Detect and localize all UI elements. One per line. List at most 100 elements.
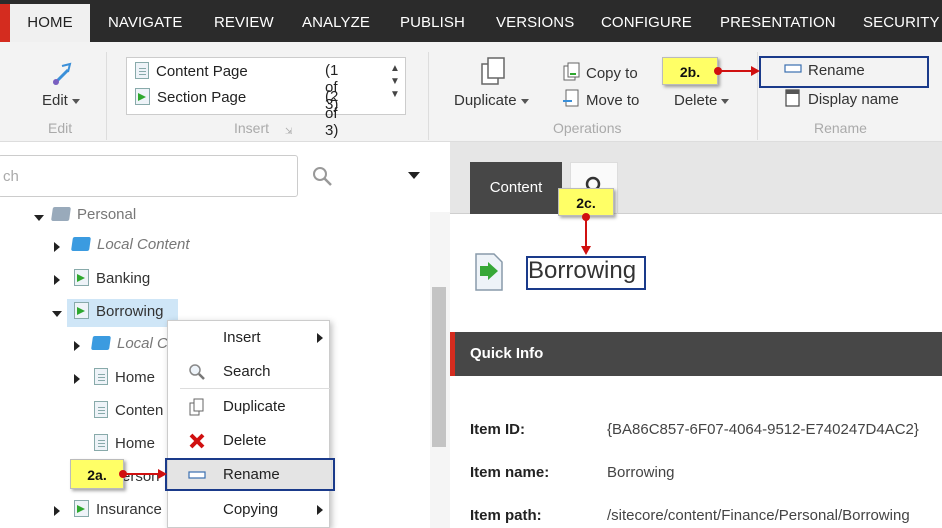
tab-publish[interactable]: PUBLISH bbox=[400, 4, 465, 42]
item-editor: Content Borrowing Quick Info Item ID: {B… bbox=[450, 142, 942, 528]
context-menu: Insert Search Duplicate Delete Rename Co… bbox=[167, 320, 331, 528]
collapse-icon[interactable] bbox=[52, 311, 62, 317]
copy-to-button[interactable]: Copy to bbox=[562, 62, 638, 82]
duplicate-label: Duplicate bbox=[454, 92, 517, 109]
menu-item-label: Search bbox=[223, 363, 271, 380]
chevron-down-icon bbox=[721, 98, 730, 104]
duplicate-icon bbox=[481, 57, 505, 85]
callout-pointer-line bbox=[585, 217, 587, 247]
tab-analyze[interactable]: ANALYZE bbox=[302, 4, 370, 42]
search-icon[interactable] bbox=[312, 166, 334, 193]
edit-button[interactable]: Edit bbox=[42, 60, 82, 120]
folder-icon bbox=[51, 207, 71, 221]
operations-group-label: Operations bbox=[553, 120, 622, 136]
item-path-value: /sitecore/content/Finance/Personal/Borro… bbox=[607, 507, 910, 524]
folder-icon bbox=[71, 237, 91, 251]
section-page-icon bbox=[74, 500, 89, 517]
tab-review[interactable]: REVIEW bbox=[214, 4, 274, 42]
tab-home[interactable]: HOME bbox=[10, 4, 90, 42]
tree-item-content[interactable]: Conten bbox=[94, 401, 163, 425]
gallery-scroll[interactable]: ▲ ▼ ▼ bbox=[389, 62, 401, 101]
tab-presentation[interactable]: PRESENTATION bbox=[720, 4, 836, 42]
scroll-down-icon[interactable]: ▼ bbox=[389, 75, 401, 88]
duplicate-icon bbox=[189, 398, 204, 416]
expand-icon[interactable] bbox=[54, 275, 60, 285]
tab-content[interactable]: Content bbox=[470, 162, 562, 214]
tab-versions[interactable]: VERSIONS bbox=[496, 4, 574, 42]
search-icon bbox=[189, 364, 205, 380]
tree-scrollbar[interactable] bbox=[430, 212, 450, 528]
expand-icon[interactable] bbox=[74, 341, 80, 351]
tree-item-label: Local Content bbox=[97, 236, 190, 253]
tree-item-label: Home bbox=[115, 435, 156, 452]
folder-icon bbox=[91, 336, 111, 350]
rename-group-label: Rename bbox=[814, 120, 867, 136]
menu-item-duplicate[interactable]: Duplicate bbox=[168, 392, 331, 422]
insert-gallery: Content Page (1 of 3) Section Page (2 of… bbox=[126, 57, 406, 139]
tree-item-label: Conten bbox=[115, 402, 164, 419]
insert-content-page[interactable]: Content Page (1 of 3) bbox=[135, 62, 338, 113]
section-page-icon bbox=[475, 253, 503, 291]
display-name-button[interactable]: Display name bbox=[784, 89, 899, 108]
callout-arrow-icon bbox=[751, 66, 760, 76]
submenu-arrow-icon bbox=[317, 333, 323, 343]
item-id-label: Item ID: bbox=[470, 421, 526, 438]
callout-2b: 2b. bbox=[662, 57, 718, 85]
tab-configure[interactable]: CONFIGURE bbox=[601, 4, 692, 42]
insert-item-label: Section Page bbox=[157, 89, 247, 106]
tree-item-personal-child[interactable]: erson bbox=[122, 468, 160, 492]
menu-item-copying[interactable]: Copying bbox=[168, 495, 331, 525]
tab-security[interactable]: SECURITY bbox=[863, 4, 940, 42]
insert-section-page[interactable]: Section Page (2 of 3) bbox=[135, 88, 338, 139]
display-name-icon bbox=[785, 89, 800, 107]
item-path-label: Item path: bbox=[470, 507, 542, 524]
tree-item-home-2[interactable]: Home bbox=[94, 434, 155, 458]
expand-icon[interactable] bbox=[54, 242, 60, 252]
delete-button[interactable]: Delete bbox=[674, 92, 730, 109]
top-navigation-bar: HOME NAVIGATE REVIEW ANALYZE PUBLISH VER… bbox=[0, 0, 942, 42]
scrollbar-thumb[interactable] bbox=[432, 287, 446, 447]
tree-item-label: Banking bbox=[96, 270, 151, 287]
callout-pointer-line bbox=[123, 473, 159, 475]
item-id-value: {BA86C857-6F07-4064-9512-E740247D4AC2} bbox=[607, 421, 919, 438]
expand-icon[interactable] bbox=[54, 506, 60, 516]
menu-item-insert[interactable]: Insert bbox=[168, 323, 331, 353]
callout-2a: 2a. bbox=[70, 459, 124, 489]
menu-divider bbox=[180, 388, 330, 389]
tree-item-label: erson bbox=[122, 468, 160, 485]
edit-group-label: Edit bbox=[48, 120, 73, 136]
section-page-icon bbox=[74, 269, 89, 286]
callout-2c: 2c. bbox=[558, 188, 614, 216]
quick-info-header[interactable]: Quick Info bbox=[450, 332, 942, 376]
submenu-arrow-icon bbox=[317, 505, 323, 515]
tab-navigate[interactable]: NAVIGATE bbox=[108, 4, 182, 42]
callout-pointer-line bbox=[718, 70, 752, 72]
scroll-up-icon[interactable]: ▲ bbox=[389, 62, 401, 75]
document-icon bbox=[94, 401, 108, 418]
editor-tabbar: Content bbox=[450, 142, 942, 214]
menu-item-delete[interactable]: Delete bbox=[168, 426, 331, 456]
move-to-icon bbox=[563, 89, 579, 107]
brand-accent-bar bbox=[0, 4, 10, 42]
divider bbox=[106, 52, 107, 140]
dialog-launcher-icon[interactable]: ⇲ bbox=[285, 126, 293, 137]
chevron-down-icon bbox=[520, 98, 529, 104]
search-dropdown-icon[interactable] bbox=[408, 172, 420, 179]
expand-icon[interactable] bbox=[34, 215, 44, 221]
tree-search-input[interactable]: ch bbox=[0, 155, 298, 197]
expand-gallery-icon[interactable]: ▼ bbox=[389, 88, 401, 101]
edit-icon bbox=[52, 62, 72, 86]
duplicate-button[interactable]: Duplicate bbox=[454, 56, 534, 116]
tree-item-label: Home bbox=[115, 369, 156, 386]
document-icon bbox=[135, 62, 149, 79]
copy-to-icon bbox=[563, 62, 580, 81]
move-to-label: Move to bbox=[586, 92, 640, 109]
delete-icon bbox=[189, 433, 205, 449]
menu-item-label: Copying bbox=[223, 501, 279, 518]
move-to-button[interactable]: Move to bbox=[562, 89, 639, 109]
display-name-label: Display name bbox=[808, 91, 899, 108]
edit-button-label: Edit bbox=[42, 92, 68, 109]
menu-item-search[interactable]: Search bbox=[168, 357, 331, 387]
expand-icon[interactable] bbox=[74, 374, 80, 384]
divider bbox=[428, 52, 429, 140]
